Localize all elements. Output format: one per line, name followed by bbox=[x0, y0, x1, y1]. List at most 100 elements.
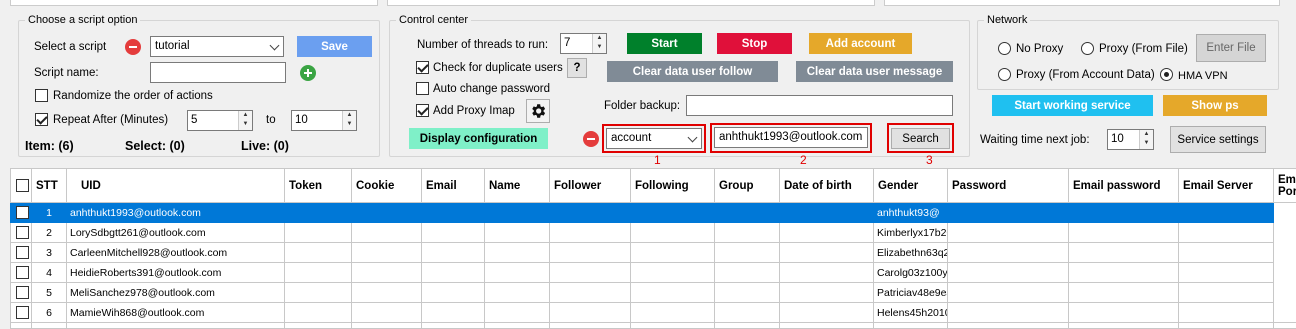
no-proxy-radio[interactable] bbox=[998, 42, 1011, 55]
repeat-to-stepper[interactable]: 10 ▲▼ bbox=[291, 110, 357, 131]
enter-file-button[interactable]: Enter File bbox=[1196, 34, 1266, 62]
start-working-service-button[interactable]: Start working service bbox=[992, 95, 1153, 116]
add-account-button[interactable]: Add account bbox=[809, 33, 912, 54]
column-header[interactable]: Following bbox=[631, 169, 715, 203]
table-row[interactable]: 4HeidieRoberts391@outlook.comCarolg03z10… bbox=[11, 263, 1296, 283]
column-header[interactable]: Date of birth bbox=[780, 169, 874, 203]
live-count: Live: (0) bbox=[241, 139, 289, 153]
waiting-time-value: 10 bbox=[1111, 133, 1124, 145]
script-name-input[interactable] bbox=[150, 62, 286, 83]
column-header[interactable]: Email password bbox=[1069, 169, 1179, 203]
auto-change-checkbox[interactable] bbox=[416, 82, 429, 95]
row-cell bbox=[631, 263, 715, 283]
select-all-checkbox[interactable] bbox=[16, 179, 29, 192]
threads-label: Number of threads to run: bbox=[417, 38, 548, 52]
row-checkbox[interactable] bbox=[16, 206, 29, 219]
row-cell bbox=[352, 303, 422, 323]
randomize-checkbox[interactable] bbox=[35, 89, 48, 102]
repeat-checkbox[interactable] bbox=[35, 113, 48, 126]
column-header[interactable]: Email bbox=[422, 169, 485, 203]
stop-button[interactable]: Stop bbox=[717, 33, 792, 54]
select-all-header[interactable] bbox=[11, 169, 32, 203]
repeat-from-stepper[interactable]: 5 ▲▼ bbox=[187, 110, 253, 131]
repeat-label: Repeat After (Minutes) bbox=[53, 113, 168, 127]
folder-backup-input[interactable] bbox=[686, 95, 953, 116]
column-header[interactable]: Email Server bbox=[1179, 169, 1274, 203]
column-header[interactable]: Token bbox=[285, 169, 352, 203]
auto-change-label: Auto change password bbox=[433, 82, 550, 96]
check-duplicate-checkbox[interactable] bbox=[416, 61, 429, 74]
help-button[interactable]: ? bbox=[567, 58, 587, 78]
column-header[interactable]: Gender bbox=[874, 169, 948, 203]
row-stt: 3 bbox=[32, 243, 67, 263]
add-proxy-label: Add Proxy Imap bbox=[433, 104, 515, 118]
row-checkbox[interactable] bbox=[16, 306, 29, 319]
row-cell bbox=[715, 203, 780, 223]
column-header[interactable]: Password bbox=[948, 169, 1069, 203]
remove-filter-icon[interactable] bbox=[583, 131, 599, 147]
table-row[interactable]: 1anhthukt1993@outlook.comanhthukt93@ bbox=[11, 203, 1296, 223]
row-checkbox[interactable] bbox=[16, 246, 29, 259]
row-checkbox[interactable] bbox=[16, 286, 29, 299]
start-button[interactable]: Start bbox=[627, 33, 702, 54]
accounts-table: STT UID Token Cookie Email Name Follower… bbox=[10, 168, 1296, 329]
annotation-number-3: 3 bbox=[926, 153, 933, 167]
waiting-time-stepper[interactable]: 10 ▲▼ bbox=[1107, 129, 1154, 150]
table-row[interactable]: 5MeliSanchez978@outlook.comPatriciav48e9… bbox=[11, 283, 1296, 303]
row-cell bbox=[1179, 223, 1274, 243]
proxy-account-radio[interactable] bbox=[998, 68, 1011, 81]
row-checkbox-cell[interactable] bbox=[11, 243, 32, 263]
stepper-arrows-icon[interactable]: ▲▼ bbox=[342, 111, 356, 130]
add-proxy-checkbox[interactable] bbox=[416, 104, 429, 117]
display-configuration-button[interactable]: Display configuration bbox=[409, 128, 548, 149]
row-cell bbox=[422, 203, 485, 223]
save-button[interactable]: Save bbox=[297, 36, 372, 57]
service-settings-button[interactable]: Service settings bbox=[1170, 126, 1266, 153]
clear-message-button[interactable]: Clear data user message bbox=[796, 61, 953, 82]
add-script-icon[interactable] bbox=[300, 65, 316, 81]
remove-script-icon[interactable] bbox=[125, 39, 141, 55]
table-row[interactable]: 6MamieWih868@outlook.comHelens45h2010eXi… bbox=[11, 303, 1296, 323]
column-header[interactable]: UID bbox=[67, 169, 285, 203]
show-ps-button[interactable]: Show ps bbox=[1163, 95, 1267, 116]
proxy-file-radio[interactable] bbox=[1081, 42, 1094, 55]
threads-stepper[interactable]: 7 ▲▼ bbox=[560, 33, 607, 54]
check-duplicate-label: Check for duplicate users bbox=[433, 61, 563, 75]
row-checkbox-cell[interactable] bbox=[11, 283, 32, 303]
row-cell bbox=[948, 263, 1069, 283]
row-cell bbox=[780, 303, 874, 323]
stepper-arrows-icon[interactable]: ▲▼ bbox=[238, 111, 252, 130]
stepper-arrows-icon[interactable]: ▲▼ bbox=[592, 34, 606, 53]
column-header[interactable]: Email Port bbox=[1274, 169, 1296, 203]
row-checkbox-cell[interactable] bbox=[11, 263, 32, 283]
column-header[interactable]: Cookie bbox=[352, 169, 422, 203]
row-cell bbox=[550, 283, 631, 303]
column-header[interactable]: Follower bbox=[550, 169, 631, 203]
row-checkbox-cell[interactable] bbox=[11, 203, 32, 223]
script-select[interactable]: tutorial bbox=[150, 36, 284, 57]
settings-button[interactable] bbox=[526, 99, 550, 123]
row-cell bbox=[948, 243, 1069, 263]
row-checkbox-cell[interactable] bbox=[11, 223, 32, 243]
row-cell bbox=[352, 263, 422, 283]
row-cell bbox=[485, 223, 550, 243]
row-checkbox[interactable] bbox=[16, 266, 29, 279]
hma-vpn-radio[interactable] bbox=[1160, 68, 1173, 81]
row-cell bbox=[780, 243, 874, 263]
row-cell bbox=[715, 283, 780, 303]
column-header[interactable]: STT bbox=[32, 169, 67, 203]
row-cell bbox=[780, 263, 874, 283]
clear-follow-button[interactable]: Clear data user follow bbox=[607, 61, 778, 82]
column-header[interactable]: Group bbox=[715, 169, 780, 203]
row-cell bbox=[422, 283, 485, 303]
row-checkbox[interactable] bbox=[16, 226, 29, 239]
row-cell bbox=[631, 203, 715, 223]
threads-value: 7 bbox=[564, 37, 570, 49]
row-stt: 2 bbox=[32, 223, 67, 243]
table-row[interactable]: 2LorySdbgtt261@outlook.comKimberlyx17b20… bbox=[11, 223, 1296, 243]
row-checkbox-cell[interactable] bbox=[11, 303, 32, 323]
row-cell bbox=[1179, 263, 1274, 283]
table-row[interactable]: 3CarleenMitchell928@outlook.comElizabeth… bbox=[11, 243, 1296, 263]
stepper-arrows-icon[interactable]: ▲▼ bbox=[1139, 130, 1153, 149]
column-header[interactable]: Name bbox=[485, 169, 550, 203]
